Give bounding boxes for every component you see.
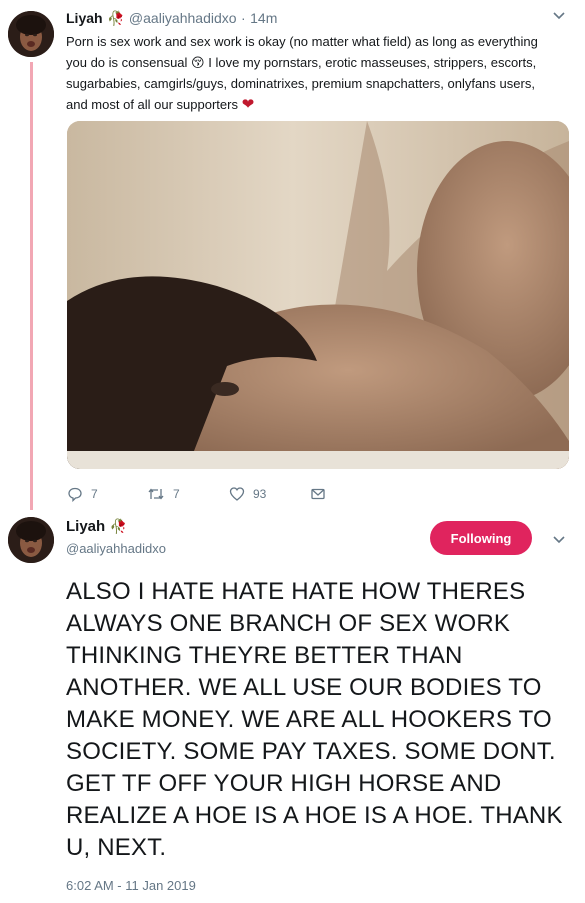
- tweet-header: Liyah 🥀: [66, 518, 127, 536]
- user-handle[interactable]: @aaliyahhadidxo: [66, 541, 166, 556]
- like-button[interactable]: 93: [229, 484, 266, 504]
- tweet-text-fragment: you do is consensual: [66, 55, 188, 70]
- display-name[interactable]: Liyah: [66, 10, 103, 26]
- user-handle[interactable]: @aaliyahhadidxo: [129, 10, 237, 26]
- envelope-icon: [311, 488, 325, 500]
- reply-icon: [68, 487, 82, 502]
- retweet-count: 7: [173, 487, 180, 501]
- kissing-face-emoji-icon: 😚: [191, 55, 205, 70]
- rose-emoji-icon: 🥀: [107, 10, 125, 26]
- display-name[interactable]: Liyah: [66, 518, 105, 535]
- chevron-down-icon[interactable]: [552, 532, 566, 549]
- reply-count: 7: [91, 487, 98, 501]
- tweet-2: Liyah 🥀 @aaliyahhadidxo Following ALSO I…: [0, 512, 585, 903]
- tweet-text-line: and most of all our supporters ❤: [66, 94, 571, 115]
- dot-separator: ·: [241, 10, 246, 26]
- tweet-text-line: sugarbabies, camgirls/guys, dominatrixes…: [66, 76, 535, 91]
- following-button[interactable]: Following: [430, 521, 532, 555]
- heart-icon: [229, 487, 245, 501]
- tweet-text-fragment: I love my pornstars, erotic masseuses, s…: [208, 55, 537, 70]
- retweet-icon: [148, 488, 164, 500]
- tweet-1: Liyah 🥀 @aaliyahhadidxo · 14m Porn is se…: [0, 0, 585, 515]
- tweet-time[interactable]: 14m: [250, 10, 277, 26]
- tweet-timestamp[interactable]: 6:02 AM - 11 Jan 2019: [66, 878, 196, 893]
- chevron-down-icon[interactable]: [552, 8, 566, 25]
- red-heart-emoji-icon: ❤: [241, 96, 255, 113]
- tweet-text: ALSO I HATE HATE HATE HOW THERES ALWAYS …: [66, 578, 563, 861]
- tweet-text: Porn is sex work and sex work is okay (n…: [66, 31, 571, 115]
- rose-emoji-icon: 🥀: [109, 518, 128, 534]
- tweet-photo[interactable]: [67, 121, 569, 469]
- like-count: 93: [253, 487, 267, 501]
- tweet-text-line: Porn is sex work and sex work is okay (n…: [66, 34, 538, 49]
- reply-button[interactable]: 7: [67, 484, 98, 504]
- avatar[interactable]: [8, 517, 54, 563]
- tweet-text-fragment: and most of all our supporters: [66, 97, 238, 112]
- avatar[interactable]: [8, 11, 54, 57]
- thread-connector-line: [30, 62, 33, 510]
- tweet-header: Liyah 🥀 @aaliyahhadidxo · 14m: [66, 10, 277, 28]
- tweet-text-line: you do is consensual 😚 I love my pornsta…: [66, 52, 571, 73]
- retweet-button[interactable]: 7: [147, 484, 180, 504]
- direct-message-button[interactable]: [310, 484, 326, 504]
- tweet-actions: 7 7 93: [67, 484, 367, 504]
